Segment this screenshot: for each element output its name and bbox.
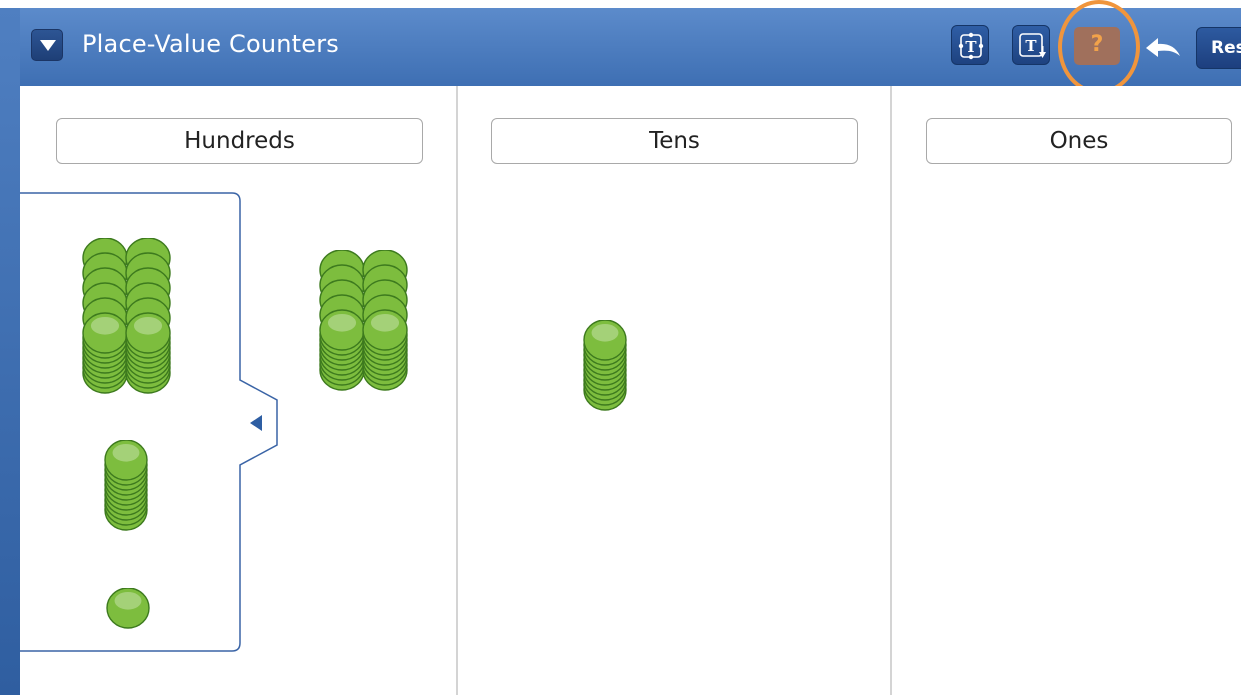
column-divider <box>890 86 892 695</box>
help-button[interactable]: ? <box>1074 27 1120 65</box>
column-divider <box>456 86 458 695</box>
reset-button[interactable]: Res <box>1196 27 1241 69</box>
text-box-icon: T <box>958 32 984 60</box>
column-header-tens: Tens <box>491 118 858 164</box>
reset-label: Res <box>1211 38 1241 58</box>
svg-text:T: T <box>965 38 977 56</box>
app-window: Place-Value Counters T T ? Res Hundreds … <box>0 0 1241 695</box>
text-tool-button[interactable]: T <box>951 25 989 65</box>
svg-text:T: T <box>1025 37 1037 55</box>
text-size-icon: T <box>1019 33 1046 58</box>
undo-button[interactable] <box>1138 28 1186 64</box>
counter-highlight <box>327 314 357 332</box>
counter-highlight <box>112 444 140 462</box>
counter-highlight <box>370 314 400 332</box>
tray-stack-100b[interactable] <box>125 238 171 397</box>
tens-counter-stack[interactable] <box>583 320 627 414</box>
column-header-ones: Ones <box>926 118 1232 164</box>
counter-highlight <box>90 317 120 335</box>
tray-stack-100a[interactable] <box>82 238 128 397</box>
counter-highlight <box>591 324 619 342</box>
tray-counter-1[interactable] <box>106 588 150 632</box>
counter-highlight <box>133 317 163 335</box>
counter-highlight <box>114 592 142 610</box>
hundreds-counter-stack-a[interactable] <box>319 250 365 394</box>
undo-arrow-icon <box>1146 38 1180 57</box>
hundreds-counter-stack-b[interactable] <box>362 250 408 394</box>
help-label: ? <box>1090 32 1104 57</box>
tray-stack-10[interactable] <box>104 440 148 534</box>
text-size-button[interactable]: T <box>1012 25 1050 65</box>
